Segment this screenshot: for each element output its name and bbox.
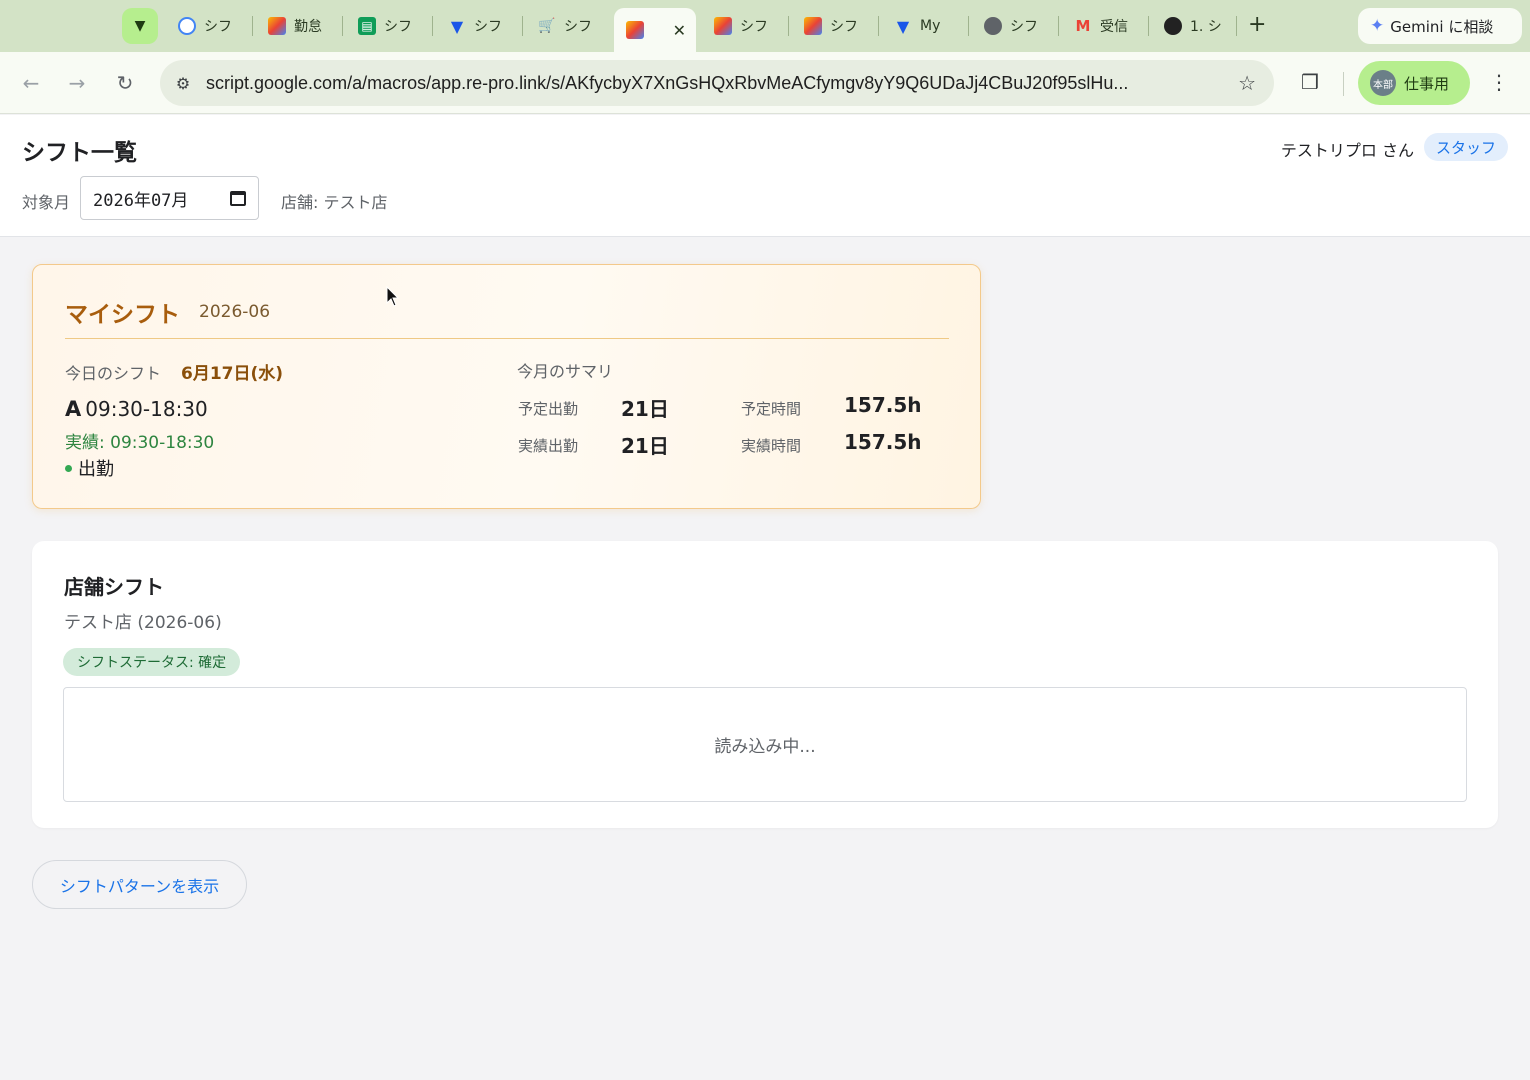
actual-hours-value: 157.5h (844, 430, 922, 454)
apps-script-icon (626, 21, 644, 39)
page-title: シフト一覧 (22, 140, 137, 166)
store-shift-title: 店舗シフト (64, 575, 164, 599)
reload-icon[interactable]: ↻ (112, 70, 138, 96)
planned-hours-label: 予定時間 (741, 400, 802, 418)
avatar: 本部 (1370, 70, 1396, 96)
extensions-icon[interactable]: ❒ (1296, 70, 1324, 94)
tab-divider (1236, 16, 1237, 36)
browser-tab[interactable]: ▤ シフ (346, 8, 430, 44)
my-shift-title: マイシフト (65, 302, 180, 328)
browser-tab[interactable]: ▼ My (882, 8, 966, 44)
apps-script-icon (804, 17, 822, 35)
today-date: 6月17日(水) (181, 364, 284, 384)
loading-text: 読み込み中... (714, 737, 816, 757)
actual-days-label: 実績出勤 (518, 437, 579, 455)
chevron-down-icon: ▼ (134, 18, 146, 34)
attendance-status: 出勤 (65, 455, 114, 481)
forward-icon[interactable]: → (64, 70, 90, 96)
menu-kebab-icon[interactable]: ⋮ (1489, 70, 1509, 94)
profile-button[interactable]: 本部 仕事用 (1358, 61, 1470, 105)
browser-tab[interactable]: シフ (702, 8, 786, 44)
store-label: 店舗: テスト店 (281, 193, 388, 212)
toolbar-divider (1343, 72, 1344, 96)
tab-divider (878, 16, 879, 36)
loading-panel: 読み込み中... (63, 687, 1467, 802)
browser-tab[interactable]: シフ (166, 8, 250, 44)
tab-search-button[interactable]: ▼ (122, 8, 158, 44)
browser-tab[interactable]: ▼ シフ (436, 8, 520, 44)
planned-days-label: 予定出勤 (518, 400, 579, 418)
tab-divider (1058, 16, 1059, 36)
tab-divider (1148, 16, 1149, 36)
browser-tab[interactable]: M 受信 (1062, 8, 1146, 44)
attendance-label: 出勤 (78, 459, 114, 480)
mouse-cursor-icon (386, 286, 400, 307)
month-label: 対象月 (22, 193, 71, 212)
gemini-spark-icon: ✦ (1370, 16, 1385, 36)
month-input[interactable]: 2026年07月 (80, 176, 259, 220)
user-name: テストリプロ さん (1280, 141, 1414, 160)
v-icon: ▼ (896, 16, 910, 36)
actual-days-value: 21日 (621, 434, 669, 458)
gemini-button[interactable]: ✦ Gemini に相談 (1358, 8, 1522, 44)
chrome-icon (178, 17, 196, 35)
my-shift-month: 2026-06 (199, 302, 271, 322)
tab-divider (252, 16, 253, 36)
browser-tab-strip: ▼ シフ 勤怠 ▤ シフ ▼ シフ 🛒 シフ ✕ シフ シフ ▼ My シフ M… (0, 0, 1530, 52)
actual-hours-label: 実績時間 (741, 437, 802, 455)
month-value: 2026年07月 (93, 190, 189, 211)
new-tab-icon[interactable]: + (1248, 14, 1266, 36)
close-tab-icon[interactable]: ✕ (673, 21, 686, 40)
role-badge: スタッフ (1423, 133, 1508, 161)
show-shift-patterns-button[interactable]: シフトパターンを表示 (32, 860, 247, 909)
notion-icon (1164, 17, 1182, 35)
tab-divider (788, 16, 789, 36)
page-header: シフト一覧 テストリプロ さん スタッフ 対象月 2026年07月 店舗: テス… (0, 115, 1530, 237)
divider (65, 338, 949, 339)
back-icon[interactable]: ← (18, 70, 44, 96)
calendar-icon[interactable] (230, 190, 246, 206)
browser-tab[interactable]: シフ (972, 8, 1056, 44)
tab-divider (342, 16, 343, 36)
browser-toolbar: ← → ↻ ⚙ script.google.com/a/macros/app.r… (0, 52, 1530, 114)
actual-time: 実績: 09:30-18:30 (65, 433, 215, 453)
browser-tab[interactable]: 勤怠 (256, 8, 340, 44)
apps-script-icon (268, 17, 286, 35)
tab-divider (968, 16, 969, 36)
status-dot-icon (65, 464, 72, 472)
bookmark-star-icon[interactable]: ☆ (1238, 71, 1256, 95)
browser-tab-active[interactable]: ✕ (614, 8, 696, 52)
v-icon: ▼ (450, 16, 464, 36)
sheets-icon: ▤ (358, 17, 376, 35)
tab-divider (432, 16, 433, 36)
site-settings-icon[interactable]: ⚙ (160, 74, 206, 93)
gmail-icon: M (1075, 17, 1091, 35)
today-shift-label: 今日のシフト (65, 364, 162, 383)
status-badge: シフトステータス: 確定 (63, 648, 241, 676)
browser-tab[interactable]: シフ (792, 8, 876, 44)
summary-label: 今月のサマリ (517, 362, 614, 381)
planned-days-value: 21日 (621, 397, 669, 421)
shift-code: A (65, 397, 82, 421)
planned-hours-value: 157.5h (844, 393, 922, 417)
store-shift-card: 店舗シフト テスト店 (2026-06) シフトステータス: 確定 読み込み中.… (32, 541, 1498, 828)
cart-icon: 🛒 (538, 18, 556, 34)
browser-tab[interactable]: 🛒 シフ (526, 8, 610, 44)
tab-divider (522, 16, 523, 36)
my-shift-card: マイシフト 2026-06 今日のシフト 6月17日(水) A 09:30-18:… (32, 264, 981, 509)
apps-script-icon (714, 17, 732, 35)
today-shift: A 09:30-18:30 (65, 397, 208, 421)
browser-tab[interactable]: 1. シ (1152, 8, 1234, 44)
address-bar[interactable]: ⚙ script.google.com/a/macros/app.re-pro.… (160, 60, 1274, 106)
url-text[interactable]: script.google.com/a/macros/app.re-pro.li… (206, 73, 1216, 94)
shift-time: 09:30-18:30 (85, 397, 208, 421)
globe-icon (984, 17, 1002, 35)
store-shift-subtitle: テスト店 (2026-06) (64, 613, 222, 633)
profile-label: 仕事用 (1404, 74, 1450, 93)
